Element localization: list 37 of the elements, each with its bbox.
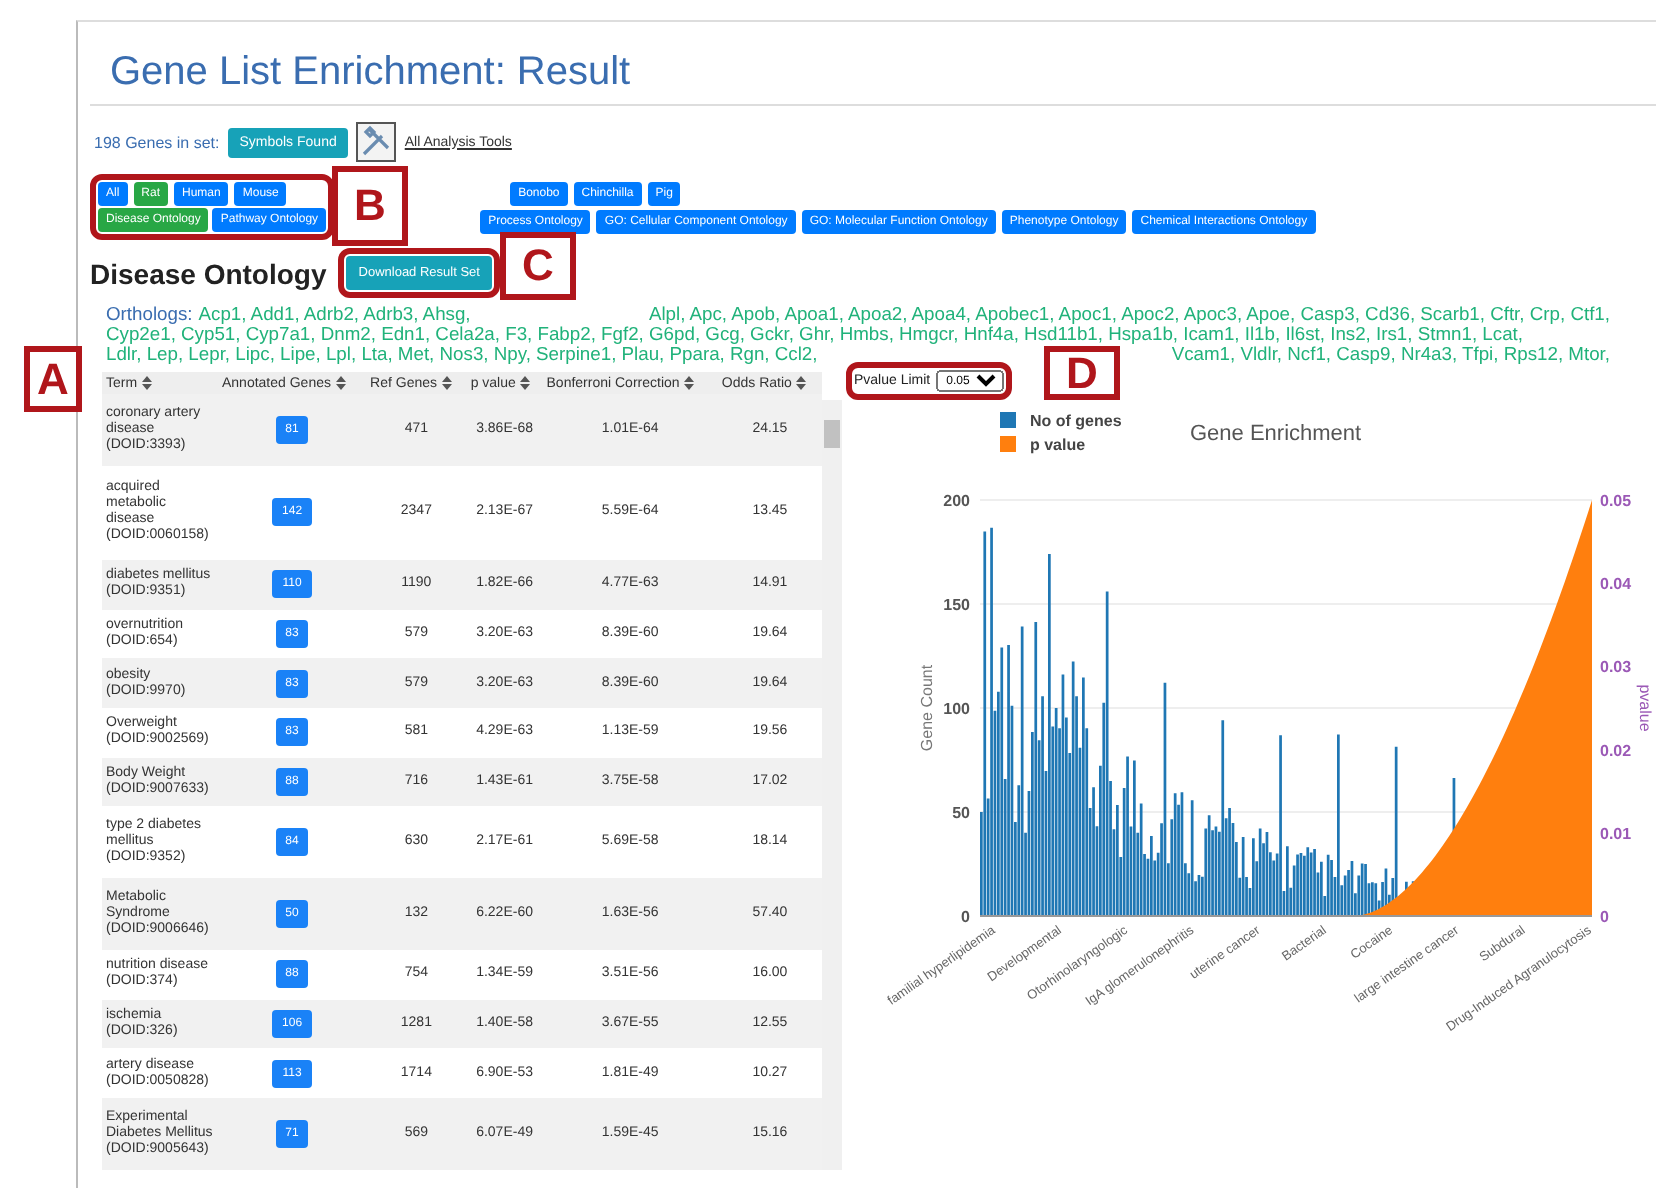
page-title: Gene List Enrichment: Result: [90, 22, 1656, 106]
scrollbar[interactable]: [822, 400, 842, 1170]
axis-title: Gene Count: [918, 664, 936, 752]
sort-icon: [683, 376, 694, 390]
annotation-label: A: [24, 346, 82, 412]
sort-icon: [441, 376, 452, 390]
ortholog-genes: Ldlr, Lep, Lepr, Lipc, Lipe, Lpl, Lta, Met, Nos3, Npy, Serpine1, Plau, Ppara, Rgn, Ccl2,: [106, 344, 818, 364]
legend-label: p value: [1030, 436, 1086, 454]
sort-icon: [795, 376, 806, 390]
tools-icon[interactable]: [356, 122, 397, 162]
axis-tick-label: 50: [952, 804, 970, 822]
legend-label: No of genes: [1030, 412, 1122, 430]
axis-tick-label: 0: [961, 908, 970, 926]
ortholog-genes: Vcam1, Vldlr, Ncf1, Casp9, Nr4a3, Tfpi, Rps12, Mtor,: [1171, 344, 1610, 364]
chart-title: Gene Enrichment: [1190, 422, 1362, 446]
section-title: Disease Ontology: [90, 257, 327, 289]
axis-tick-label: 100: [943, 700, 970, 718]
sort-icon: [141, 376, 152, 390]
gene-count-label: 198 Genes in set:: [94, 133, 220, 151]
axis-title: pvalue: [1636, 684, 1654, 732]
annotation-label: D: [1044, 346, 1120, 400]
axis-tick-label: 0.03: [1600, 658, 1632, 677]
sort-icon: [519, 376, 530, 390]
sort-icon: [335, 376, 345, 390]
axis-tick-label: 0.05: [1600, 492, 1632, 510]
ortholog-genes: Alpl, Apc, Apob, Apoa1, Apoa2, Apoa4, Apobec1, Apoc1, Apoc2, Apoc3, Apoe, Casp3, Cd36, Scarb1, Cftr, Crp, Ctf1,: [648, 304, 1610, 324]
ortholog-genes: Acp1, Add1, Adrb2, Adrb3, Ahsg,: [198, 304, 471, 324]
orthologs-label: Orthologs:: [106, 304, 193, 324]
axis-tick-label: 0.01: [1600, 824, 1632, 843]
annotation-label: C: [500, 232, 576, 300]
annotation-label: B: [332, 166, 408, 246]
axis-tick-label: 200: [943, 492, 970, 510]
axis-tick-label: 0.02: [1600, 741, 1632, 760]
axis-tick-label: 150: [943, 596, 970, 614]
ortholog-genes: Cyp2e1, Cyp51, Cyp7a1, Dnm2, Edn1, Cela2a, F3, Fabp2, Fgf2, G6pd, Gcg, Gckr, Ghr, Hmbs, Hmgcr, Hnf4a, Hsd11b1, Hspa1b, Icam1, Il1b, Il6st, Ins2, Irs1, Stmn1, Lcat,: [106, 324, 1523, 344]
axis-tick-label: 0: [1600, 908, 1609, 926]
axis-tick-label: 0.04: [1600, 575, 1632, 594]
